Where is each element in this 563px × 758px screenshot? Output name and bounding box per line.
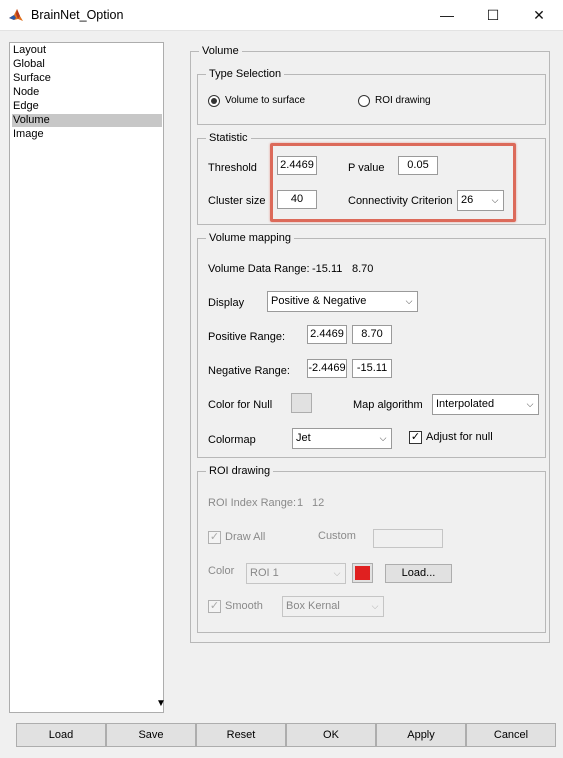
title-bar: BrainNet_Option — ☐ ✕	[0, 0, 563, 31]
color-for-null-label: Color for Null	[208, 399, 273, 411]
roi-select-value: ROI 1	[250, 567, 279, 579]
smooth-label: Smooth	[225, 600, 263, 612]
list-item-image[interactable]: Image	[12, 128, 162, 141]
roi-index-range-label: ROI Index Range:	[208, 497, 297, 509]
roi-drawing-label: ROI drawing	[375, 95, 431, 106]
maximize-button[interactable]: ☐	[470, 0, 516, 31]
draw-all-label: Draw All	[225, 531, 266, 543]
chevron-down-icon: ⌵	[333, 568, 341, 578]
chevron-down-icon: ⌵	[371, 601, 379, 611]
custom-input[interactable]	[373, 529, 443, 548]
roi-index-max: 12	[312, 497, 325, 509]
volume-data-range-min: -15.11	[312, 263, 343, 275]
adjust-null-checkbox[interactable]: ✓	[409, 431, 422, 444]
scroll-down-arrow-icon[interactable]: ▼	[156, 698, 166, 709]
adjust-null-label: Adjust for null	[426, 431, 493, 443]
load-button[interactable]: Load	[16, 723, 106, 747]
roi-select-dropdown[interactable]: ROI 1 ⌵	[246, 563, 346, 584]
roi-drawing-radio[interactable]	[358, 95, 370, 107]
roi-color-swatch	[355, 566, 370, 580]
volume-to-surface-label: Volume to surface	[225, 95, 306, 106]
display-dropdown[interactable]: Positive & Negative ⌵	[267, 291, 418, 312]
list-item-layout[interactable]: Layout	[12, 44, 162, 57]
map-algorithm-label: Map algorithm	[353, 399, 423, 411]
roi-color-button[interactable]	[352, 563, 373, 583]
positive-range-max-input[interactable]: 8.70	[352, 325, 392, 344]
chevron-down-icon: ⌵	[379, 433, 387, 443]
smooth-kernel-value: Box Kernal	[286, 600, 340, 612]
close-button[interactable]: ✕	[516, 0, 562, 31]
threshold-label: Threshold	[208, 162, 257, 174]
roi-color-label: Color	[208, 565, 235, 577]
list-item-node[interactable]: Node	[12, 86, 162, 99]
volume-to-surface-radio[interactable]	[208, 95, 220, 107]
apply-button[interactable]: Apply	[376, 723, 466, 747]
minimize-button[interactable]: —	[424, 0, 470, 31]
negative-range-max-input[interactable]: -15.11	[352, 359, 392, 378]
list-item-global[interactable]: Global	[12, 58, 162, 71]
list-item-surface[interactable]: Surface	[12, 72, 162, 85]
volume-mapping-title: Volume mapping	[206, 232, 294, 245]
map-algorithm-value: Interpolated	[436, 398, 495, 410]
list-item-edge[interactable]: Edge	[12, 100, 162, 113]
colormap-dropdown[interactable]: Jet ⌵	[292, 428, 392, 449]
highlight-box	[270, 143, 516, 222]
negative-range-min-input[interactable]: -2.4469	[307, 359, 347, 378]
category-listbox[interactable]: Layout Global Surface Node Edge Volume I…	[9, 42, 164, 713]
cancel-button[interactable]: Cancel	[466, 723, 556, 747]
smooth-kernel-dropdown[interactable]: Box Kernal ⌵	[282, 596, 384, 617]
save-button[interactable]: Save	[106, 723, 196, 747]
window-title: BrainNet_Option	[31, 8, 124, 22]
null-color-button[interactable]	[291, 393, 312, 413]
type-selection-title: Type Selection	[206, 68, 285, 81]
matlab-icon	[8, 7, 24, 23]
roi-drawing-title: ROI drawing	[206, 465, 274, 478]
volume-panel-title: Volume	[199, 45, 242, 58]
display-value: Positive & Negative	[271, 295, 367, 307]
negative-range-label: Negative Range:	[208, 365, 290, 377]
volume-data-range-max: 8.70	[352, 263, 374, 275]
roi-index-min: 1	[297, 497, 304, 509]
roi-load-button[interactable]: Load...	[385, 564, 452, 583]
ok-button[interactable]: OK	[286, 723, 376, 747]
reset-button[interactable]: Reset	[196, 723, 286, 747]
chevron-down-icon: ⌵	[405, 296, 413, 306]
positive-range-label: Positive Range:	[208, 331, 286, 343]
radio-dot	[211, 98, 217, 104]
display-label: Display	[208, 297, 245, 309]
draw-all-checkbox[interactable]: ✓	[208, 531, 221, 544]
positive-range-min-input[interactable]: 2.4469	[307, 325, 347, 344]
volume-data-range-label: Volume Data Range:	[208, 263, 310, 275]
statistic-title: Statistic	[206, 132, 251, 145]
chevron-down-icon: ⌵	[526, 399, 534, 409]
smooth-checkbox[interactable]: ✓	[208, 600, 221, 613]
colormap-label: Colormap	[208, 434, 256, 446]
map-algorithm-dropdown[interactable]: Interpolated ⌵	[432, 394, 539, 415]
list-item-volume[interactable]: Volume	[12, 114, 162, 127]
cluster-size-label: Cluster size	[208, 195, 266, 207]
custom-label: Custom	[318, 530, 356, 542]
colormap-value: Jet	[296, 432, 311, 444]
